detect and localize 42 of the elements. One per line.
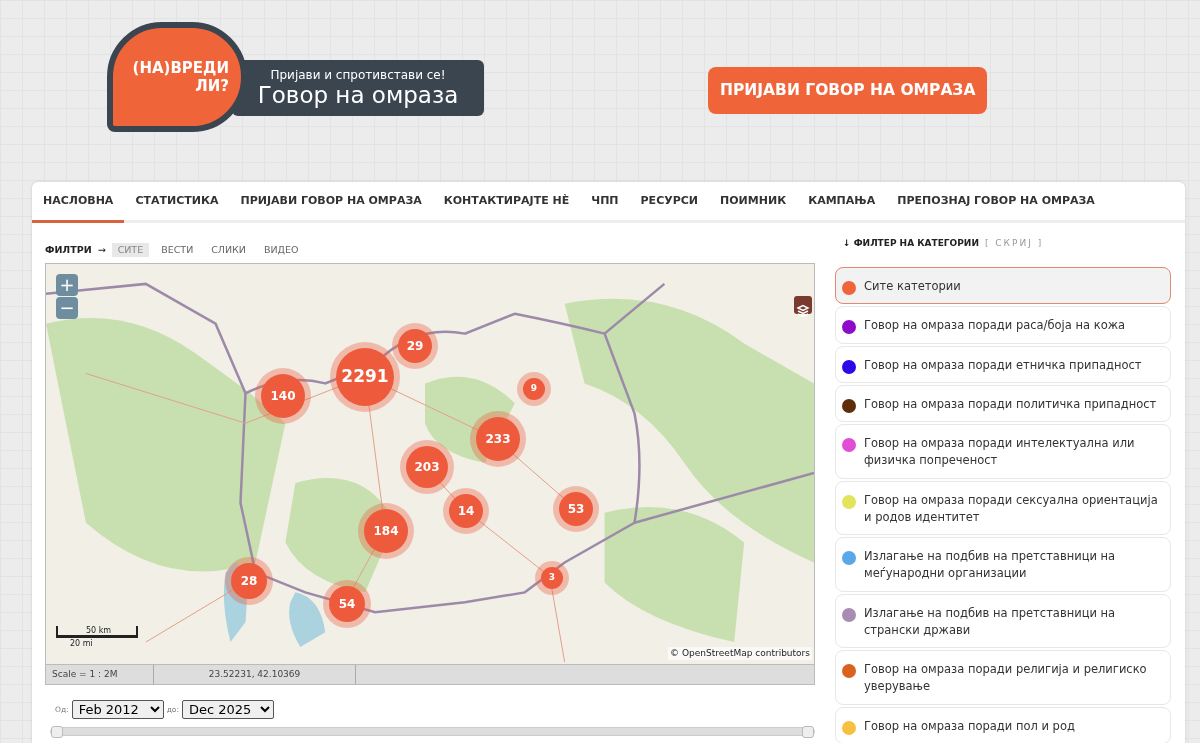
logo-title: Говор на омраза <box>257 82 459 108</box>
category-item[interactable]: Сите катетории <box>835 267 1171 305</box>
category-filter-title: ↓ ФИЛТЕР НА КАТЕГОРИИ <box>843 237 979 250</box>
filter-tab[interactable]: СЛИКИ <box>205 242 252 258</box>
logo-tagline: Пријави и спротивстави се! <box>270 68 446 83</box>
from-date-select[interactable]: Feb 2012 <box>71 700 164 719</box>
date-range-slider[interactable] <box>50 727 815 736</box>
scale-bar: 50 km <box>56 626 138 637</box>
filter-tab[interactable]: ВИДЕО <box>257 242 305 258</box>
filter-label: ФИЛТРИ <box>45 242 92 257</box>
attribution-text: © <box>670 646 680 660</box>
category-item[interactable]: Говор на омраза поради пол и род <box>835 706 1171 743</box>
nav-tab[interactable]: ЧПП <box>580 182 630 223</box>
nav-tab[interactable]: РЕСУРСИ <box>629 182 710 223</box>
category-item[interactable]: Говор на омраза поради раса/боја на кожа <box>835 306 1171 344</box>
scale-text: Scale = 1 : 2M <box>46 665 154 684</box>
filter-tab[interactable]: ВЕСТИ <box>155 242 200 258</box>
coordinates-text: 23.52231, 42.10369 <box>154 665 356 684</box>
category-item[interactable]: Излагање на подбив на претставници на странски држави <box>835 593 1171 648</box>
category-item[interactable]: Излагање на подбив на претставници на меѓународни организации <box>835 537 1171 592</box>
slider-handle[interactable] <box>802 726 814 738</box>
attribution-link[interactable]: OpenStreetMap contributors <box>682 646 810 660</box>
logo-text: ЛИ? <box>195 77 229 95</box>
nav-tab[interactable]: СТАТИСТИКА <box>124 182 230 223</box>
nav-tab[interactable]: КОНТАКТИРАЈТЕ НÈ <box>432 182 581 223</box>
nav-tab[interactable]: КАМПАЊА <box>797 182 887 223</box>
nav-tab[interactable]: ПРЕПОЗНАЈ ГОВОР НА ОМРАЗА <box>886 182 1106 223</box>
category-item[interactable]: Говор на омраза поради религија и религиско уверување <box>835 650 1171 705</box>
nav-tab[interactable]: ПОИМНИК <box>709 182 798 223</box>
nav-tab[interactable]: ПРИЈАВИ ГОВОР НА ОМРАЗА <box>229 182 433 223</box>
category-item[interactable]: Говор на омраза поради етничка припадност <box>835 345 1171 383</box>
arrow-text: → <box>97 242 106 257</box>
category-item[interactable]: Говор на омраза поради сексуална ориентација и родов идентитет <box>835 480 1171 535</box>
category-item[interactable]: Говор на омраза поради политичка припадност <box>835 384 1171 422</box>
layers-icon[interactable] <box>794 296 812 314</box>
slider-handle[interactable] <box>51 726 63 738</box>
nav-tab[interactable]: НАСЛОВНА <box>32 182 125 223</box>
category-item[interactable]: Говор на омраза поради интелектуална или физичка попреченост <box>835 424 1171 479</box>
map[interactable]: 2291 29 140 9 233 203 14 53 184 28 54 3 + − 50 km 20 mi © OpenStreetMap contributors <box>45 263 815 665</box>
logo-text: (НА)ВРЕДИ <box>132 59 229 77</box>
scale-bar: 20 mi <box>56 636 138 650</box>
to-date-select[interactable]: Dec 2025 <box>181 700 274 719</box>
